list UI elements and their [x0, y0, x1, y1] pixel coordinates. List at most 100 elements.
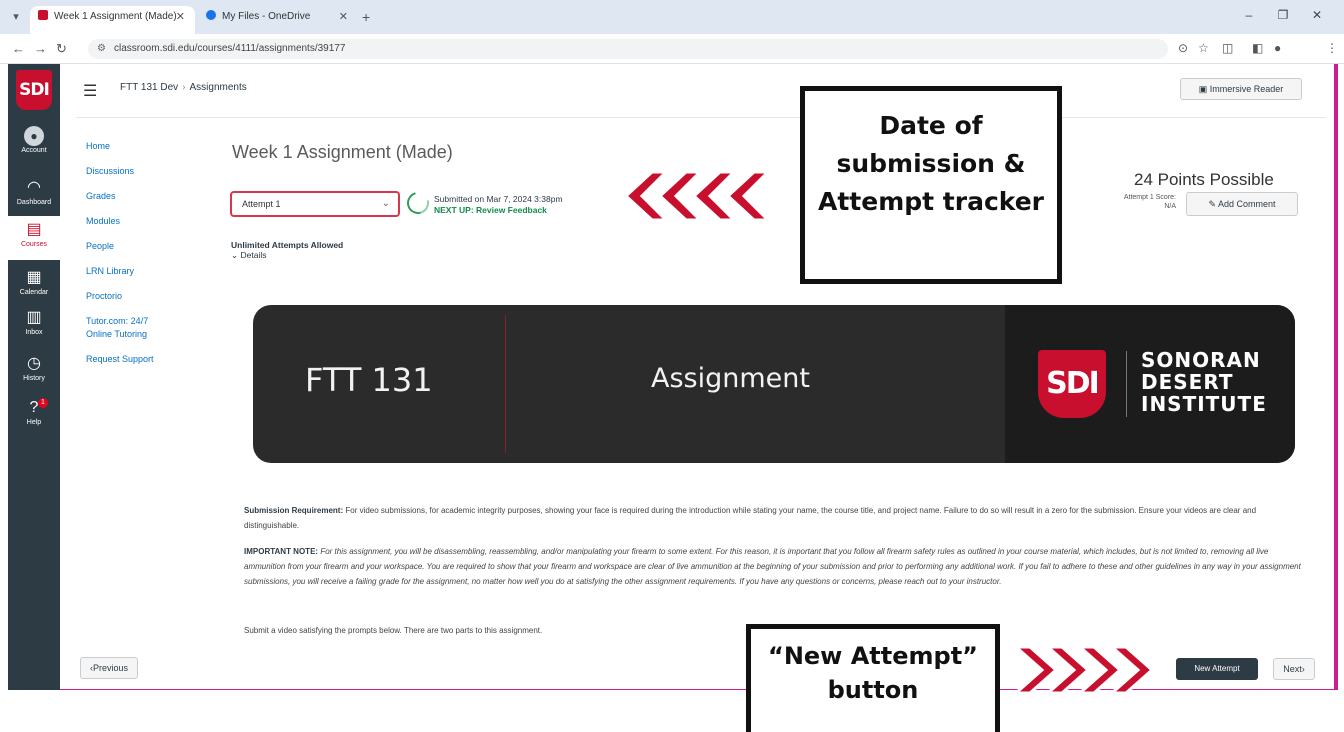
forward-icon[interactable]: → — [34, 41, 47, 56]
assignment-banner: FTT 131 Assignment SDI SONORAN DESERT IN… — [253, 305, 1295, 463]
important-note-paragraph: IMPORTANT NOTE: For this assignment, you… — [244, 544, 1304, 589]
help-count-badge: 1 — [38, 398, 48, 408]
course-nav-lrn-library[interactable]: LRN Library — [86, 265, 196, 278]
attempt-score: Attempt 1 Score: N/A — [1123, 194, 1176, 210]
breadcrumb-course-link[interactable]: FTT 131 Dev — [120, 82, 178, 93]
close-window-icon[interactable]: ✕ — [1300, 8, 1334, 22]
global-nav-help[interactable]: ? 1 Help — [8, 394, 60, 438]
global-nav-account[interactable]: ● Account — [8, 122, 60, 166]
tab-title: My Files - OneDrive — [222, 11, 311, 22]
add-comment-label: Add Comment — [1218, 199, 1276, 209]
chevron-down-icon: ⌄ — [381, 198, 390, 209]
course-navigation: Home Discussions Grades Modules People L… — [86, 140, 196, 378]
profile-icon[interactable]: ● — [1274, 41, 1281, 55]
next-up-link[interactable]: NEXT UP: Review Feedback — [434, 205, 547, 215]
submitted-date: Submitted on Mar 7, 2024 3:38pm — [434, 194, 563, 204]
immersive-reader-label: Immersive Reader — [1209, 84, 1284, 94]
submission-requirement-paragraph: Submission Requirement: For video submis… — [244, 503, 1304, 533]
sdi-logo[interactable]: SDI — [16, 70, 52, 110]
callout-date-attempt-tracker: Date of submission & Attempt tracker — [800, 86, 1062, 284]
global-navigation: SDI ● Account ◠ Dashboard ▤ Courses ▦ Ca… — [8, 64, 60, 690]
submission-requirement-text: For video submissions, for academic inte… — [244, 506, 1257, 530]
browser-tab-inactive[interactable]: My Files - OneDrive ✕ — [198, 6, 358, 34]
course-nav-tutoring[interactable]: Tutor.com: 24/7 Online Tutoring — [86, 315, 158, 341]
sidebar-icon[interactable]: ◧ — [1252, 41, 1263, 55]
breadcrumb-current[interactable]: Assignments — [190, 82, 247, 93]
window-controls: – ❐ ✕ — [1232, 8, 1334, 22]
global-nav-calendar[interactable]: ▦ Calendar — [8, 264, 60, 308]
immersive-reader-button[interactable]: ▣ Immersive Reader — [1180, 78, 1302, 100]
global-nav-inbox[interactable]: ▥ Inbox — [8, 304, 60, 348]
unlimited-attempts-text: Unlimited Attempts Allowed — [231, 240, 344, 250]
banner-label: Assignment — [651, 363, 810, 394]
important-note-text: For this assignment, you will be disasse… — [244, 547, 1301, 586]
global-nav-dashboard[interactable]: ◠ Dashboard — [8, 174, 60, 218]
next-label: Next — [1283, 664, 1302, 674]
assignment-title: Week 1 Assignment (Made) — [232, 142, 453, 162]
url-text: classroom.sdi.edu/courses/4111/assignmen… — [114, 43, 346, 54]
global-nav-history[interactable]: ◷ History — [8, 350, 60, 394]
course-nav-home[interactable]: Home — [86, 140, 196, 153]
browser-address-bar: ← → ↻ ⚙ classroom.sdi.edu/courses/4111/a… — [0, 34, 1344, 64]
next-button[interactable]: Next› — [1273, 658, 1315, 680]
history-icon: ◷ — [27, 355, 41, 372]
extensions-icon[interactable]: ◫ — [1222, 41, 1233, 55]
course-nav-people[interactable]: People — [86, 240, 196, 253]
chevron-right-icon: › — [1301, 664, 1305, 674]
new-tab-icon[interactable]: + — [362, 9, 370, 25]
tab-search-icon[interactable]: ▾ — [8, 9, 24, 25]
screenshot-root: ▾ Week 1 Assignment (Made) ✕ My Files - … — [0, 0, 1344, 732]
course-nav-request-support[interactable]: Request Support — [86, 353, 196, 366]
global-nav-label: Courses — [20, 241, 48, 248]
global-nav-label: Calendar — [19, 289, 49, 296]
new-attempt-button[interactable]: New Attempt — [1176, 658, 1258, 680]
banner-divider — [505, 315, 506, 453]
courses-icon: ▤ — [26, 221, 42, 238]
details-label: Details — [240, 250, 267, 260]
close-tab-icon[interactable]: ✕ — [176, 6, 185, 28]
previous-button[interactable]: ‹Previous — [80, 657, 138, 679]
calendar-icon: ▦ — [26, 269, 42, 286]
browser-tab-active[interactable]: Week 1 Assignment (Made) ✕ — [30, 6, 195, 34]
tab-title: Week 1 Assignment (Made) — [54, 11, 177, 22]
help-icon: ? — [29, 399, 39, 416]
add-comment-button[interactable]: ✎ Add Comment — [1186, 192, 1298, 216]
hamburger-menu-icon[interactable]: ☰ — [83, 81, 97, 101]
breadcrumb-separator: › — [182, 82, 186, 93]
course-nav-proctorio[interactable]: Proctorio — [86, 290, 196, 303]
bookmark-star-icon[interactable]: ☆ — [1198, 41, 1209, 55]
comment-icon: ✎ — [1208, 199, 1218, 209]
points-possible: 24 Points Possible — [1134, 170, 1274, 189]
global-nav-label: History — [23, 375, 45, 382]
close-tab-icon[interactable]: ✕ — [339, 6, 348, 28]
previous-label: Previous — [92, 663, 128, 673]
course-nav-modules[interactable]: Modules — [86, 215, 196, 228]
global-nav-label: Help — [26, 419, 42, 426]
attempt-select-value: Attempt 1 — [242, 199, 281, 209]
global-nav-courses[interactable]: ▤ Courses — [8, 216, 60, 260]
global-nav-label: Inbox — [25, 329, 43, 336]
site-info-icon[interactable]: ⚙ — [97, 39, 106, 59]
course-nav-grades[interactable]: Grades — [86, 190, 196, 203]
browser-tab-bar: ▾ Week 1 Assignment (Made) ✕ My Files - … — [0, 0, 1344, 34]
details-toggle[interactable]: ⌄ Details — [231, 250, 266, 261]
right-arrows-icon — [1012, 645, 1155, 695]
course-nav-discussions[interactable]: Discussions — [86, 165, 196, 178]
url-input[interactable]: ⚙ classroom.sdi.edu/courses/4111/assignm… — [88, 39, 1168, 59]
logo-separator — [1126, 351, 1127, 417]
header-divider — [76, 117, 1326, 118]
left-arrows-icon — [623, 170, 772, 222]
reload-icon[interactable]: ↻ — [56, 41, 67, 57]
back-icon[interactable]: ← — [12, 41, 25, 56]
submission-requirement-label: Submission Requirement: — [244, 506, 344, 515]
inbox-icon: ▥ — [26, 309, 42, 326]
immersive-reader-icon: ▣ — [1198, 84, 1210, 94]
lens-icon[interactable]: ⊙ — [1178, 41, 1188, 55]
global-nav-label: Account — [21, 147, 47, 154]
minimize-icon[interactable]: – — [1232, 8, 1266, 22]
browser-menu-icon[interactable]: ⋮ — [1326, 41, 1338, 55]
dashboard-icon: ◠ — [27, 179, 41, 196]
institute-name: SONORAN DESERT INSTITUTE — [1141, 348, 1267, 416]
attempt-select[interactable]: Attempt 1 ⌄ — [230, 191, 400, 217]
maximize-icon[interactable]: ❐ — [1266, 8, 1300, 22]
